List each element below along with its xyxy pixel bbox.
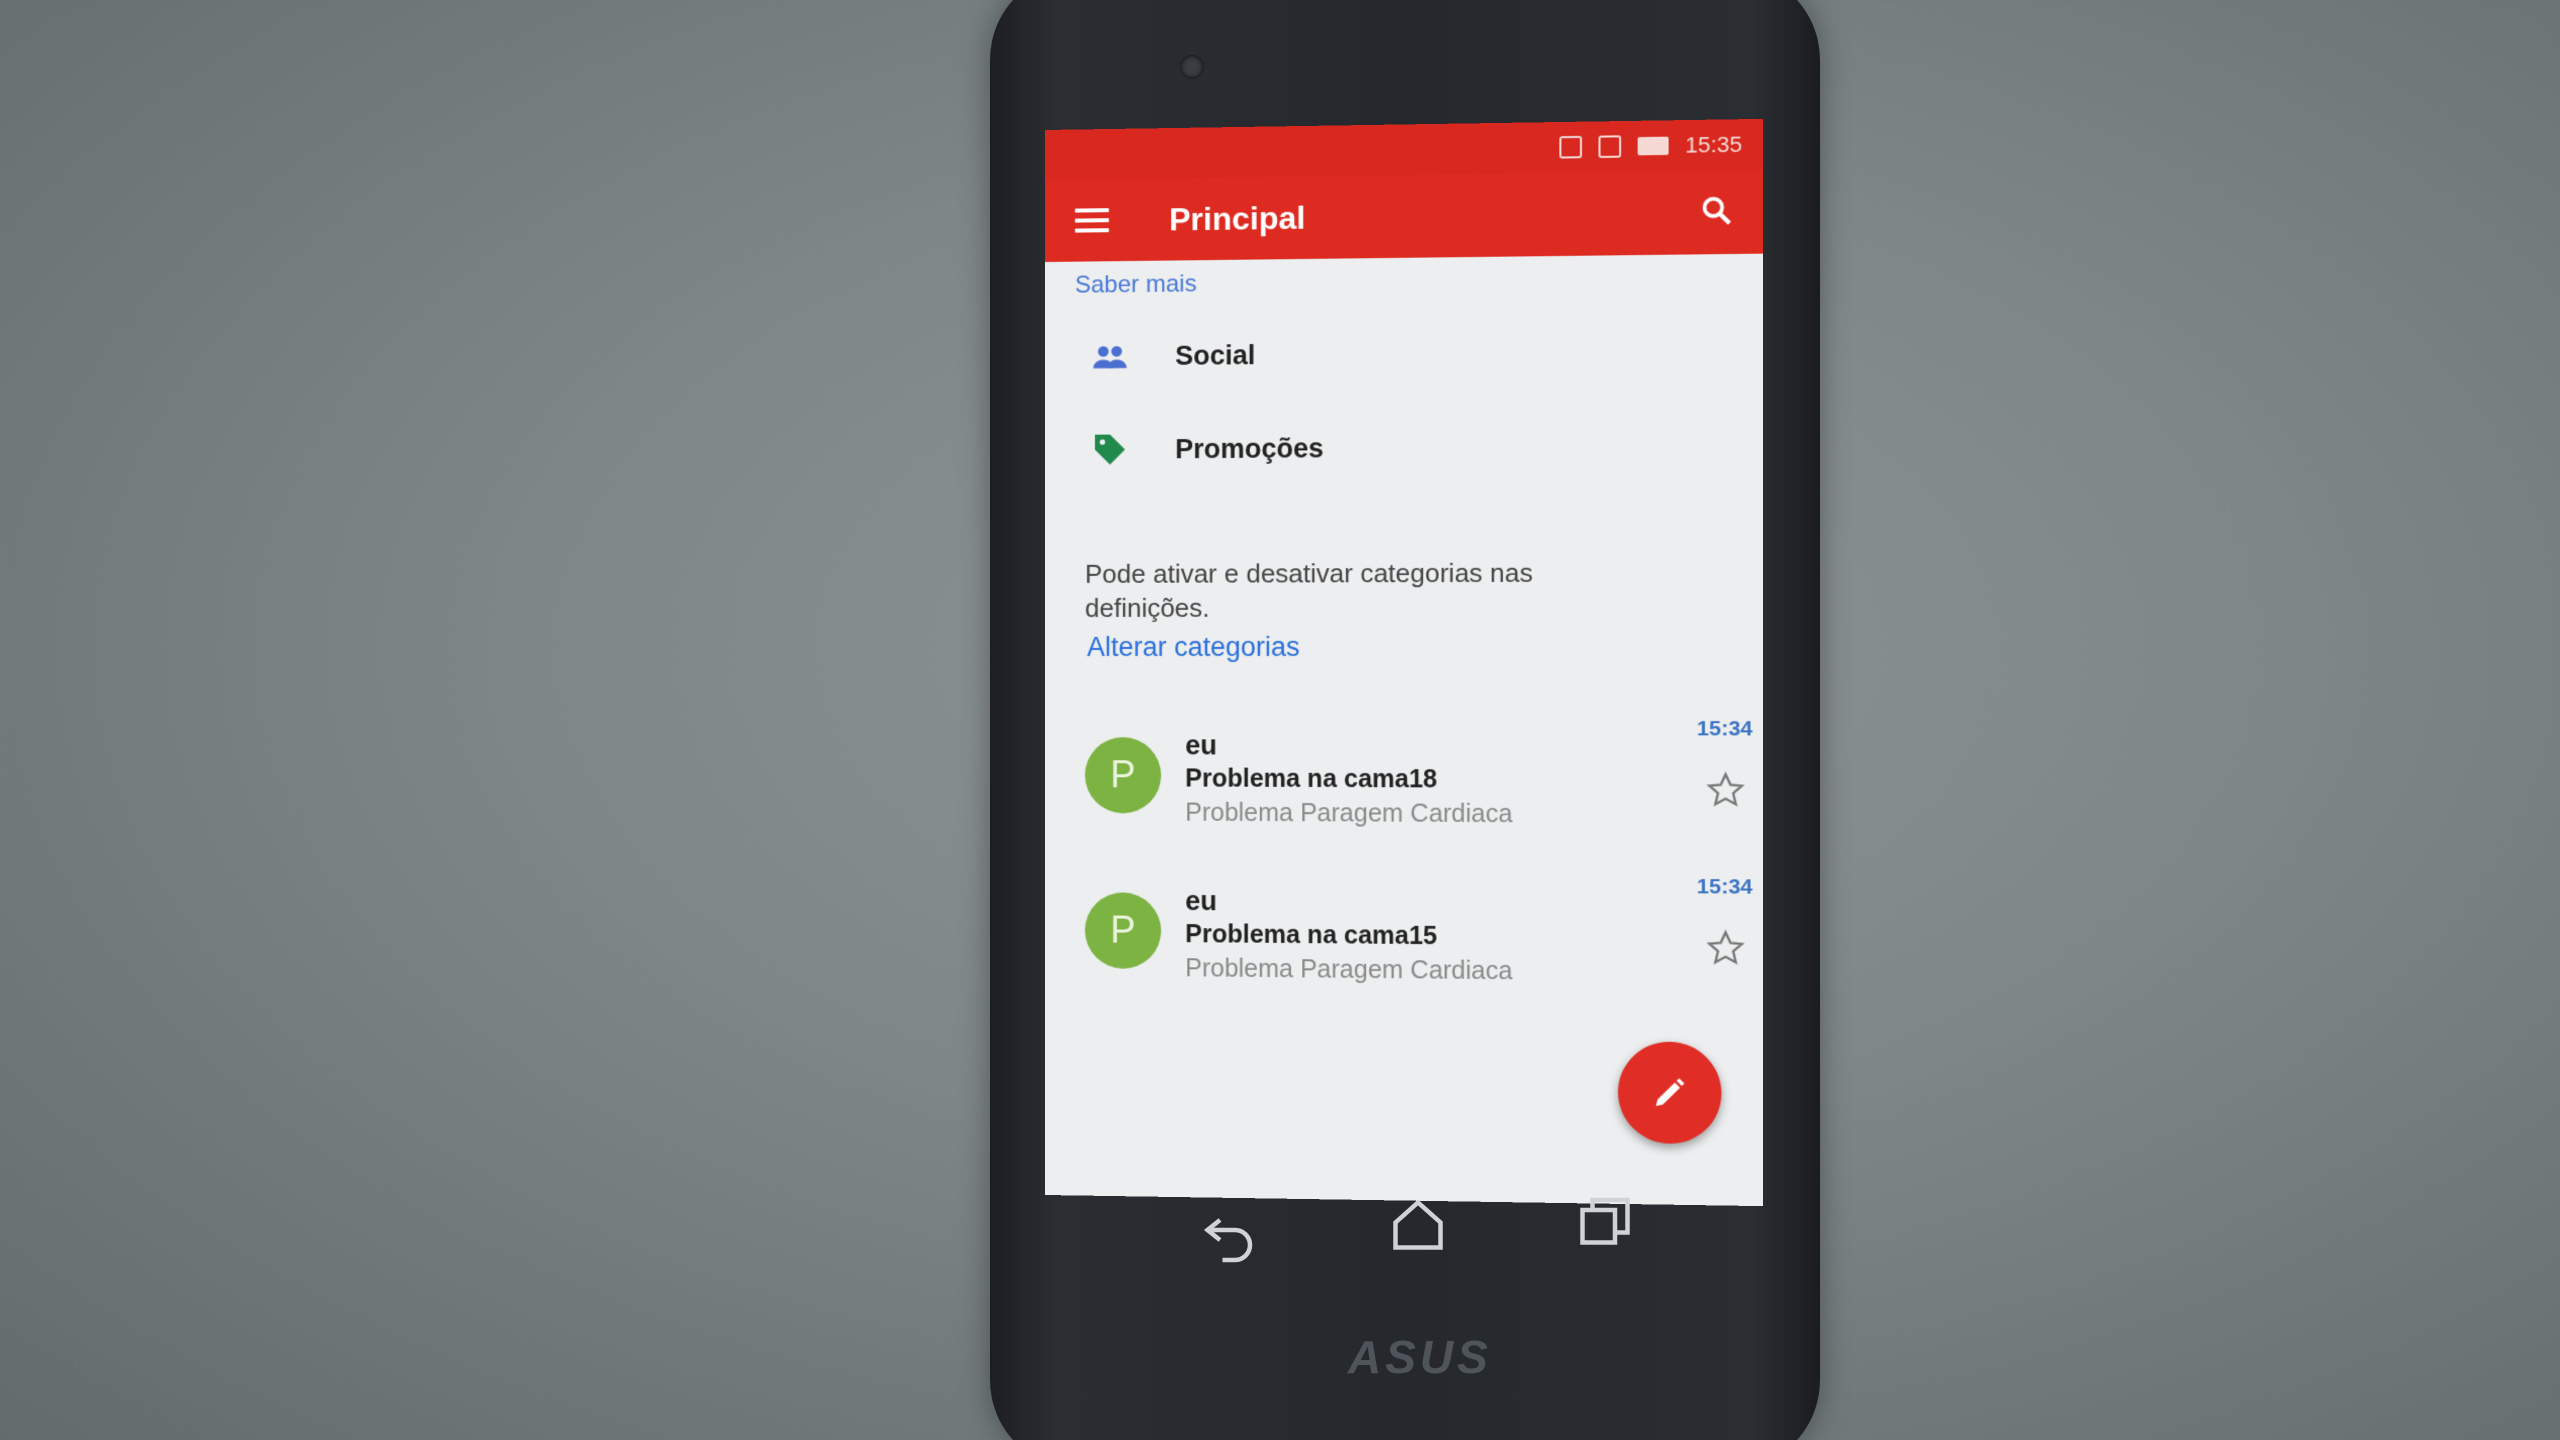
front-camera [1180, 55, 1204, 79]
phone-screen: 15:35 Principal Saber mais Social Promoç… [1045, 118, 1763, 1207]
recent-apps-button[interactable] [1575, 1190, 1635, 1250]
people-icon [1093, 345, 1127, 369]
battery-icon [1637, 136, 1669, 156]
menu-icon[interactable] [1074, 208, 1109, 233]
tag-icon [1094, 434, 1125, 465]
compose-button[interactable] [1618, 1041, 1722, 1145]
email-row[interactable]: P eu Problema na cama18 Problema Paragem… [1045, 702, 1763, 856]
avatar: P [1084, 737, 1162, 814]
change-categories-link[interactable]: Alterar categorias [1087, 632, 1300, 663]
email-snippet: Problema Paragem Cardiaca [1185, 798, 1513, 829]
email-snippet: Problema Paragem Cardiaca [1185, 954, 1513, 986]
status-time: 15:35 [1685, 131, 1743, 158]
email-time: 15:34 [1696, 874, 1753, 899]
email-sender: eu [1185, 885, 1217, 917]
email-subject: Problema na cama15 [1185, 920, 1438, 951]
notification-icon [1598, 135, 1622, 158]
app-bar: Principal [1045, 169, 1763, 262]
email-subject: Problema na cama18 [1185, 764, 1438, 794]
avatar: P [1084, 892, 1162, 970]
vibrate-icon [1559, 135, 1582, 159]
back-button[interactable] [1200, 1205, 1260, 1265]
star-icon[interactable] [1705, 928, 1747, 969]
email-sender: eu [1185, 730, 1217, 761]
page-title: Principal [1169, 199, 1306, 237]
email-time: 15:34 [1696, 717, 1753, 741]
category-label: Social [1175, 339, 1256, 371]
category-label: Promoções [1175, 432, 1324, 464]
email-row[interactable]: P eu Problema na cama15 Problema Paragem… [1045, 857, 1763, 1014]
star-icon[interactable] [1705, 770, 1747, 811]
category-social[interactable]: Social [1045, 305, 1763, 402]
category-info-text: Pode ativar e desativar categorias nas d… [1084, 557, 1533, 623]
brand-logo: ASUS [1348, 1331, 1492, 1383]
home-button[interactable] [1388, 1195, 1448, 1255]
pencil-icon [1655, 1078, 1685, 1107]
category-promotions[interactable]: Promoções [1045, 400, 1763, 495]
search-icon[interactable] [1699, 193, 1734, 228]
learn-more-link[interactable]: Saber mais [1075, 270, 1197, 299]
inbox-list: Saber mais Social Promoções Pode ativar … [1045, 254, 1763, 1207]
